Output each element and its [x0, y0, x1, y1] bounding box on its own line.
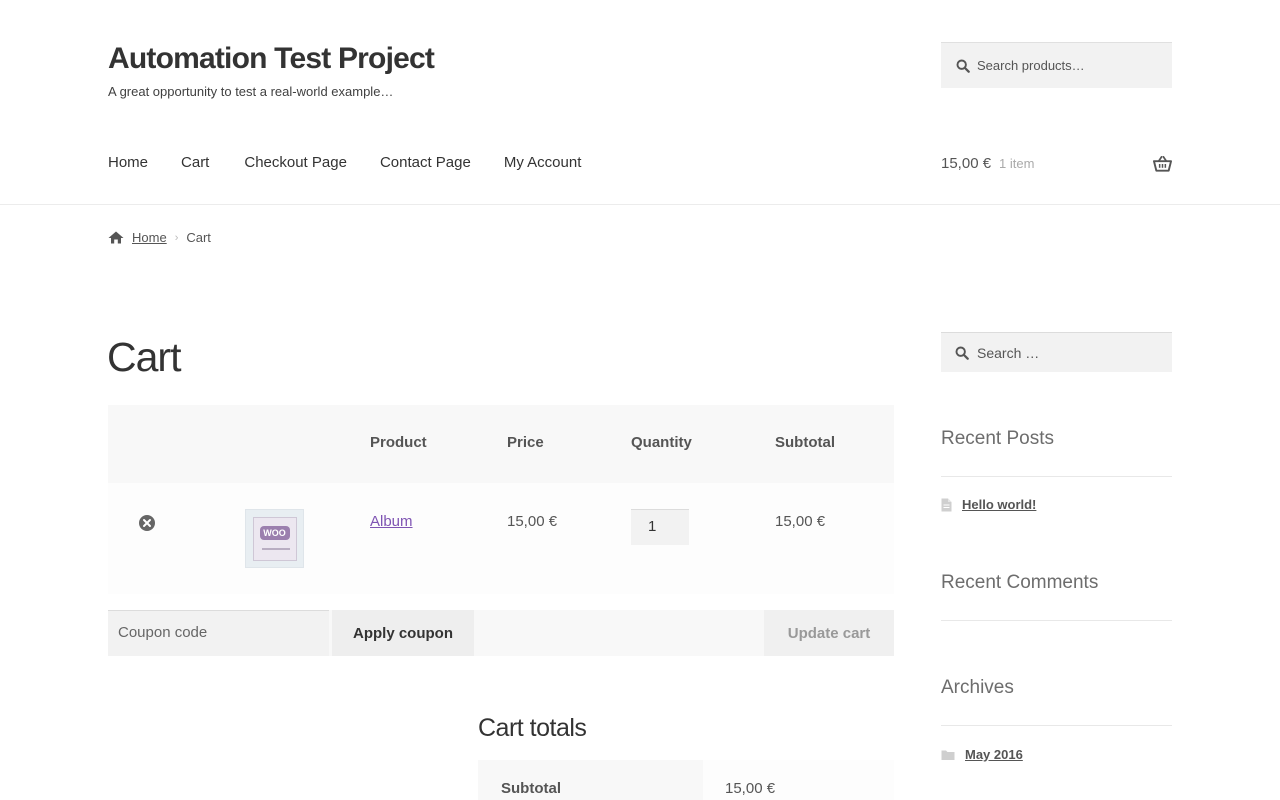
breadcrumb: Home › Cart	[108, 230, 211, 245]
product-subtotal: 15,00 €	[775, 513, 826, 530]
breadcrumb-current: Cart	[186, 230, 211, 245]
cart-totals-subtotal-label: Subtotal	[478, 760, 703, 800]
product-name-link[interactable]: Album	[370, 513, 413, 530]
recent-post-link[interactable]: Hello world!	[962, 497, 1036, 512]
product-search-placeholder: Search products…	[977, 58, 1085, 73]
table-row: WOO Album 15,00 € 1 15,00 €	[108, 483, 894, 594]
quantity-input[interactable]: 1	[631, 509, 689, 545]
nav-item-home[interactable]: Home	[108, 154, 148, 171]
archives-title: Archives	[941, 677, 1014, 698]
search-icon	[955, 346, 969, 360]
woo-logo-label: WOO	[259, 525, 290, 540]
nav-item-contact[interactable]: Contact Page	[380, 154, 471, 171]
primary-navigation: Home Cart Checkout Page Contact Page My …	[108, 154, 614, 171]
breadcrumb-separator-icon: ›	[174, 231, 179, 244]
sidebar-search-input[interactable]: Search …	[941, 332, 1172, 372]
cart-totals-subtotal-value: 15,00 €	[725, 780, 776, 797]
page-title: Cart	[107, 334, 181, 380]
column-header-price: Price	[507, 434, 544, 451]
nav-item-checkout[interactable]: Checkout Page	[244, 154, 347, 171]
recent-comments-title: Recent Comments	[941, 572, 1099, 593]
cart-totals-title: Cart totals	[478, 714, 587, 742]
widget-divider	[941, 725, 1172, 726]
apply-coupon-button[interactable]: Apply coupon	[332, 610, 474, 656]
archive-link[interactable]: May 2016	[965, 747, 1023, 762]
widget-divider	[941, 476, 1172, 477]
search-icon	[956, 59, 970, 73]
cart-totals-subtotal-row: Subtotal 15,00 €	[478, 760, 894, 800]
header-mini-cart[interactable]: 15,00 € 1 item	[941, 155, 1172, 172]
list-item: Hello world!	[941, 497, 1036, 512]
product-thumbnail[interactable]: WOO	[245, 509, 304, 568]
thumbnail-decoration	[261, 547, 290, 550]
update-cart-button[interactable]: Update cart	[764, 610, 894, 656]
cart-actions: Coupon code Apply coupon Update cart	[108, 610, 894, 656]
basket-icon	[1153, 155, 1172, 172]
header-divider	[0, 204, 1280, 205]
folder-icon	[941, 750, 955, 760]
column-header-product: Product	[370, 434, 427, 451]
column-header-subtotal: Subtotal	[775, 434, 835, 451]
home-icon	[108, 231, 124, 244]
site-tagline: A great opportunity to test a real-world…	[108, 84, 394, 99]
remove-item-icon[interactable]	[139, 515, 155, 531]
mini-cart-count: 1 item	[999, 156, 1035, 171]
cart-table: Product Price Quantity Subtotal WOO Albu…	[108, 405, 894, 594]
widget-divider	[941, 620, 1172, 621]
product-thumbnail-image: WOO	[252, 516, 297, 561]
product-search-input[interactable]: Search products…	[941, 42, 1172, 88]
list-item: May 2016	[941, 747, 1023, 762]
product-price: 15,00 €	[507, 513, 558, 530]
recent-posts-title: Recent Posts	[941, 428, 1054, 449]
nav-item-cart[interactable]: Cart	[181, 154, 209, 171]
cart-table-header: Product Price Quantity Subtotal	[108, 405, 894, 483]
coupon-code-input[interactable]: Coupon code	[108, 610, 329, 656]
document-icon	[941, 498, 952, 511]
sidebar-search-placeholder: Search …	[977, 344, 1040, 361]
column-header-quantity: Quantity	[631, 434, 692, 451]
mini-cart-amount: 15,00 €	[941, 155, 992, 172]
nav-item-my-account[interactable]: My Account	[504, 154, 582, 171]
site-title[interactable]: Automation Test Project	[108, 42, 435, 76]
breadcrumb-home-link[interactable]: Home	[132, 230, 167, 245]
